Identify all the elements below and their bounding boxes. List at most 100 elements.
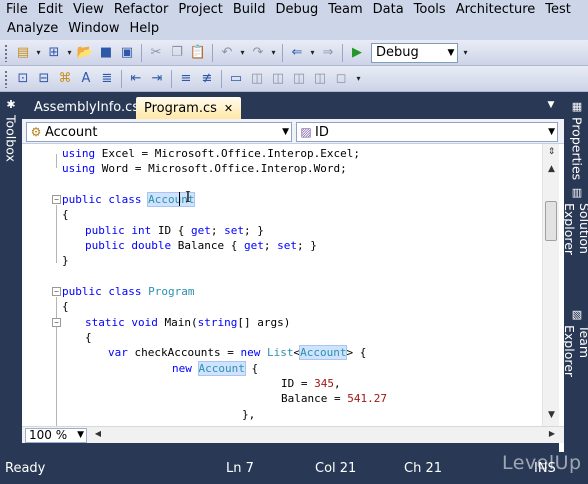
start-debugging-icon[interactable]: ▶ bbox=[347, 43, 367, 63]
class-icon: ⚙ bbox=[30, 125, 42, 139]
horizontal-scrollbar[interactable]: 100 % ▼ ◀ ▶ bbox=[22, 426, 564, 443]
quick-info-icon[interactable]: ⊟ bbox=[34, 69, 54, 89]
prev-bookmark-icon[interactable]: ◫ bbox=[247, 69, 267, 89]
new-project-dropdown-icon[interactable]: ▾ bbox=[34, 43, 43, 63]
toolbar-overflow-icon[interactable]: ▾ bbox=[354, 69, 363, 89]
toolbar-grip[interactable] bbox=[4, 43, 9, 62]
menu-architecture[interactable]: Architecture bbox=[451, 0, 541, 19]
menu-help[interactable]: Help bbox=[125, 19, 165, 38]
navigate-dropdown-icon[interactable]: ▾ bbox=[308, 43, 317, 63]
property-icon: ▨ bbox=[300, 125, 312, 139]
menu-tools[interactable]: Tools bbox=[409, 0, 451, 19]
collapse-icon[interactable]: − bbox=[52, 318, 61, 327]
toolbar-grip[interactable] bbox=[4, 69, 9, 88]
member-dropdown[interactable]: ▨ ID ▼ bbox=[296, 122, 558, 142]
navigate-backward-icon[interactable]: ⇐ bbox=[287, 43, 307, 63]
menu-window[interactable]: Window bbox=[63, 19, 124, 38]
text-editor-toolbar: ⊡ ⊟ ⌘ A ≣ ⇤ ⇥ ≡ ≢ ▭ ◫ ◫ ◫ ◫ ◻ ▾ bbox=[0, 66, 588, 92]
menu-view[interactable]: View bbox=[68, 0, 109, 19]
vertical-scrollbar[interactable]: ⇕ ▲ ▼ bbox=[542, 144, 559, 426]
standard-toolbar: ▤ ▾ ⊞ ▾ 📂 ■ ▣ ✂ ❐ 📋 ↶ ▾ ↷ ▾ ⇐ ▾ ⇒ ▶ Debu… bbox=[0, 40, 588, 66]
collapse-icon[interactable]: − bbox=[52, 287, 61, 296]
scroll-thumb[interactable] bbox=[545, 201, 557, 241]
menu-team[interactable]: Team bbox=[323, 0, 367, 19]
collapse-icon[interactable]: − bbox=[52, 195, 61, 204]
next-bookmark-icon[interactable]: ◫ bbox=[268, 69, 288, 89]
code-line: { bbox=[62, 300, 69, 313]
team-explorer-tab[interactable]: ▧ Team Explorer bbox=[562, 304, 588, 404]
scroll-down-icon[interactable]: ▼ bbox=[545, 410, 558, 423]
code-line: new Account { bbox=[172, 361, 259, 376]
copy-icon[interactable]: ❐ bbox=[167, 43, 187, 63]
zoom-select[interactable]: 100 % ▼ bbox=[25, 428, 87, 443]
tab-program[interactable]: Program.cs ✕ bbox=[136, 97, 242, 119]
scroll-right-icon[interactable]: ▶ bbox=[546, 429, 558, 441]
navigate-forward-icon[interactable]: ⇒ bbox=[318, 43, 338, 63]
text-caret bbox=[179, 192, 180, 206]
menu-file[interactable]: File bbox=[2, 0, 33, 19]
menu-edit[interactable]: Edit bbox=[33, 0, 68, 19]
split-handle-icon[interactable]: ⇕ bbox=[545, 147, 558, 160]
toolbox-tab[interactable]: ✱ Toolbox bbox=[0, 94, 22, 174]
menu-analyze[interactable]: Analyze bbox=[2, 19, 63, 38]
code-line: var checkAccounts = new List<Account> { bbox=[108, 345, 367, 360]
menu-bar: File Edit View Refactor Project Build De… bbox=[0, 0, 588, 40]
horizontal-scroll-track[interactable] bbox=[107, 430, 542, 441]
show-parameters-icon[interactable]: ≣ bbox=[97, 69, 117, 89]
chevron-down-icon: ▼ bbox=[548, 127, 555, 137]
watermark-logo: LevelUp bbox=[502, 452, 582, 474]
symbol-icon[interactable]: ⊡ bbox=[13, 69, 33, 89]
close-icon[interactable]: ✕ bbox=[224, 98, 233, 119]
uncomment-icon[interactable]: ≢ bbox=[197, 69, 217, 89]
code-line: } bbox=[62, 254, 69, 267]
clear-bookmarks-icon[interactable]: ◻ bbox=[331, 69, 351, 89]
scroll-left-icon[interactable]: ◀ bbox=[92, 429, 104, 441]
comment-icon[interactable]: ≡ bbox=[176, 69, 196, 89]
menu-refactor[interactable]: Refactor bbox=[109, 0, 174, 19]
status-ready: Ready bbox=[5, 461, 46, 476]
add-item-dropdown-icon[interactable]: ▾ bbox=[65, 43, 74, 63]
scroll-up-icon[interactable]: ▲ bbox=[545, 164, 558, 177]
open-file-icon[interactable]: 📂 bbox=[75, 43, 95, 63]
bookmark-icon[interactable]: ▭ bbox=[226, 69, 246, 89]
menu-project[interactable]: Project bbox=[173, 0, 227, 19]
type-dropdown[interactable]: ⚙ Account ▼ bbox=[26, 122, 292, 142]
toolbar-separator bbox=[141, 43, 142, 62]
paste-icon[interactable]: 📋 bbox=[188, 43, 208, 63]
param-info-icon[interactable]: ⌘ bbox=[55, 69, 75, 89]
solution-explorer-tab[interactable]: ▥ Solution Explorer bbox=[562, 182, 588, 302]
code-line: }, bbox=[242, 408, 256, 421]
code-editor[interactable]: − − − using Excel = Microsoft.Office.Int… bbox=[22, 144, 542, 426]
toolbar-separator bbox=[212, 43, 213, 62]
redo-dropdown-icon[interactable]: ▾ bbox=[269, 43, 278, 63]
undo-dropdown-icon[interactable]: ▾ bbox=[238, 43, 247, 63]
add-item-icon[interactable]: ⊞ bbox=[44, 43, 64, 63]
outdent-icon[interactable]: ⇤ bbox=[126, 69, 146, 89]
new-project-icon[interactable]: ▤ bbox=[13, 43, 33, 63]
solution-configuration-select[interactable]: Debug ▼ bbox=[371, 42, 458, 63]
menu-test[interactable]: Test bbox=[540, 0, 576, 19]
word-complete-icon[interactable]: A bbox=[76, 69, 96, 89]
undo-icon[interactable]: ↶ bbox=[217, 43, 237, 63]
menu-debug[interactable]: Debug bbox=[270, 0, 323, 19]
menu-build[interactable]: Build bbox=[228, 0, 271, 19]
tab-assemblyinfo[interactable]: AssemblyInfo.cs bbox=[26, 97, 147, 119]
tab-overflow-icon[interactable]: ▼ bbox=[544, 100, 558, 114]
redo-icon[interactable]: ↷ bbox=[248, 43, 268, 63]
indent-icon[interactable]: ⇥ bbox=[147, 69, 167, 89]
cut-icon[interactable]: ✂ bbox=[146, 43, 166, 63]
status-line: Ln 7 bbox=[226, 461, 254, 476]
menu-data[interactable]: Data bbox=[368, 0, 409, 19]
code-line: using Excel = Microsoft.Office.Interop.E… bbox=[62, 147, 361, 160]
code-line: Balance = 541.27 bbox=[281, 392, 387, 405]
prev-bookmark-folder-icon[interactable]: ◫ bbox=[289, 69, 309, 89]
toolbar-overflow-icon[interactable]: ▾ bbox=[461, 43, 470, 63]
save-icon[interactable]: ■ bbox=[96, 43, 116, 63]
save-all-icon[interactable]: ▣ bbox=[117, 43, 137, 63]
properties-icon: ▦ bbox=[570, 100, 584, 113]
highlighted-reference: Account bbox=[197, 361, 246, 376]
properties-tab[interactable]: ▦ Properties bbox=[566, 96, 588, 180]
next-bookmark-folder-icon[interactable]: ◫ bbox=[310, 69, 330, 89]
solution-explorer-label: Solution Explorer bbox=[562, 203, 588, 256]
toolbox-strip: ✱ Toolbox bbox=[0, 92, 22, 456]
